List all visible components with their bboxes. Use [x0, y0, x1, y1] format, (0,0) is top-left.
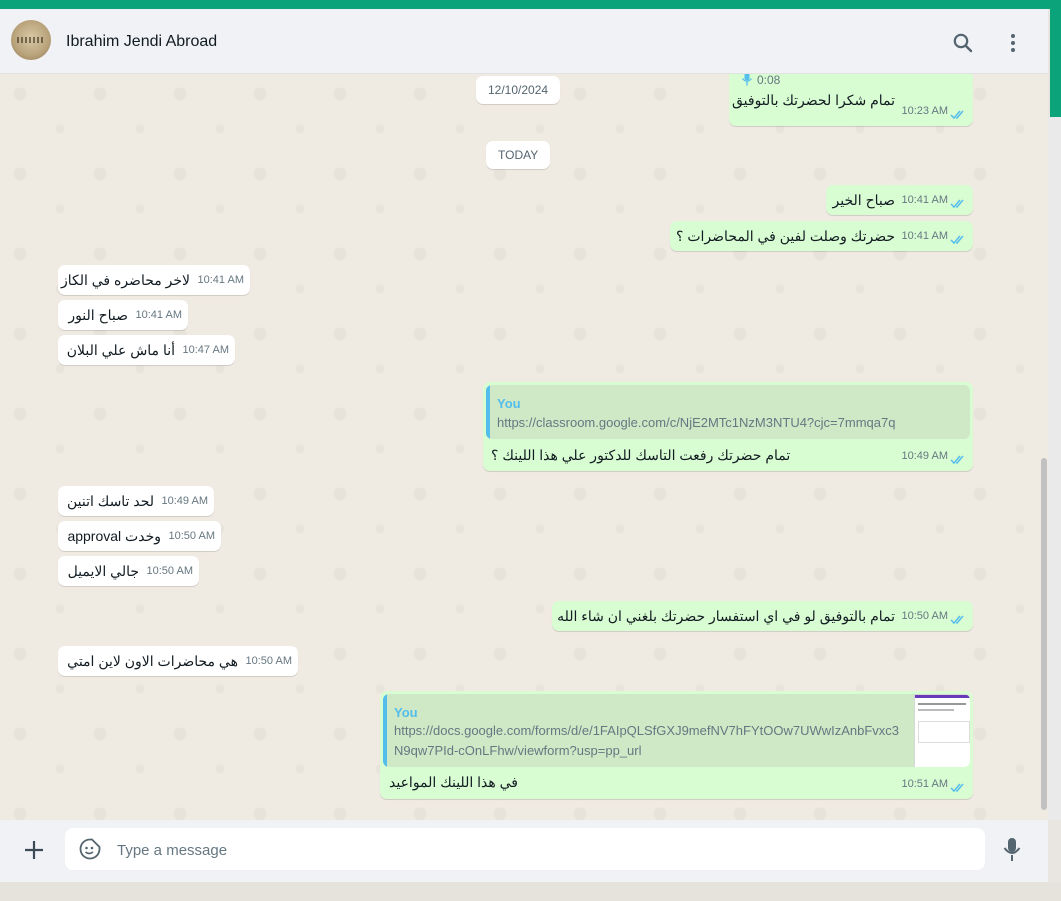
microphone-icon[interactable]	[1002, 837, 1022, 863]
chat-header: Ibrahim Jendi Abroad	[0, 9, 1048, 74]
message-time: 10:41 AM	[901, 230, 948, 242]
menu-dots-icon[interactable]	[1001, 31, 1025, 55]
outgoing-message[interactable]: تمام بالتوفيق لو في اي استفسار حضرتك بلغ…	[552, 601, 973, 631]
quote-url: https://classroom.google.com/c/NjE2MTc1N…	[497, 415, 896, 430]
chat-messages-pane[interactable]: 0:08 تمام شكرا لحضرتك بالتوفيق 10:23 AM …	[0, 74, 1048, 820]
contact-name[interactable]: Ibrahim Jendi Abroad	[66, 33, 217, 51]
sticker-icon[interactable]	[79, 838, 101, 860]
incoming-message[interactable]: وخدت approval 10:50 AM	[58, 521, 221, 551]
message-text: صباح الخير	[832, 192, 895, 208]
message-text: وخدت approval	[67, 528, 161, 544]
thumbnail-text-line	[918, 703, 966, 705]
quote-url-continued: N9qw7PId-cOnLFhw/viewform?usp=pp_url	[394, 743, 642, 758]
outgoing-message[interactable]: حضرتك وصلت لفين في المحاضرات ؟ 10:41 AM	[670, 221, 973, 251]
quote-bar	[383, 694, 387, 767]
read-ticks-icon	[950, 783, 964, 793]
message-time: 10:49 AM	[161, 495, 208, 507]
voice-duration: 0:08	[757, 74, 781, 87]
message-time: 10:41 AM	[135, 309, 182, 321]
message-text: هي محاضرات الاون لاين امتي	[67, 653, 238, 669]
message-time: 10:51 AM	[901, 778, 948, 790]
thumbnail-header-line	[915, 695, 970, 698]
outgoing-link-message[interactable]: You https://classroom.google.com/c/NjE2M…	[483, 382, 973, 471]
message-time: 10:50 AM	[901, 610, 948, 622]
message-time: 10:47 AM	[182, 344, 229, 356]
message-text: تمام شكرا لحضرتك بالتوفيق	[731, 92, 895, 108]
incoming-message[interactable]: لحد تاسك اتنين 10:49 AM	[58, 486, 214, 516]
incoming-message[interactable]: صباح النور 10:41 AM	[58, 300, 188, 330]
microphone-icon	[741, 74, 753, 86]
read-ticks-icon	[950, 199, 964, 209]
read-ticks-icon	[950, 235, 964, 245]
outgoing-message[interactable]: صباح الخير 10:41 AM	[826, 185, 973, 215]
outgoing-link-message[interactable]: You https://docs.google.com/forms/d/e/1F…	[380, 691, 973, 799]
window-bottom-edge	[0, 882, 1061, 901]
search-icon[interactable]	[951, 31, 975, 55]
thumbnail-text-line	[918, 709, 954, 711]
quote-author: You	[394, 705, 418, 720]
message-input[interactable]	[115, 828, 969, 872]
quoted-link[interactable]: You https://docs.google.com/forms/d/e/1F…	[383, 694, 970, 767]
message-time: 10:50 AM	[146, 565, 193, 577]
message-text: أنا ماش علي البلان	[66, 342, 175, 358]
read-ticks-icon	[950, 110, 964, 120]
contact-avatar[interactable]	[11, 20, 51, 60]
message-text: لحد تاسك اتنين	[66, 493, 154, 509]
thumbnail-field	[918, 721, 970, 743]
quote-author: You	[497, 396, 521, 411]
message-time: 10:41 AM	[197, 274, 244, 286]
message-time: 10:49 AM	[901, 450, 948, 462]
incoming-message[interactable]: هي محاضرات الاون لاين امتي 10:50 AM	[58, 646, 298, 676]
message-text: صباح النور	[68, 307, 128, 323]
incoming-message[interactable]: أنا ماش علي البلان 10:47 AM	[58, 335, 235, 365]
link-thumbnail[interactable]	[914, 694, 970, 767]
message-time: 10:50 AM	[168, 530, 215, 542]
read-ticks-icon	[950, 455, 964, 465]
message-text: تمام حضرتك رفعت التاسك للدكتور علي هذا ا…	[491, 447, 791, 463]
message-text: جالي الايميل	[67, 563, 139, 579]
message-text: في هذا اللينك المواعيد	[389, 774, 518, 790]
message-input-box[interactable]	[65, 828, 985, 872]
message-time: 10:41 AM	[901, 194, 948, 206]
window-accent-edge	[1050, 9, 1061, 117]
top-accent-bar	[0, 0, 1061, 9]
date-separator: 12/10/2024	[476, 76, 561, 104]
incoming-message[interactable]: لاخر محاضره في الكاز 10:41 AM	[58, 265, 250, 295]
message-time: 10:23 AM	[901, 105, 948, 117]
quoted-link[interactable]: You https://classroom.google.com/c/NjE2M…	[486, 385, 970, 439]
read-ticks-icon	[950, 615, 964, 625]
message-text: تمام بالتوفيق لو في اي استفسار حضرتك بلغ…	[557, 608, 895, 624]
incoming-message[interactable]: جالي الايميل 10:50 AM	[58, 556, 199, 586]
quote-bar	[486, 385, 490, 439]
voice-message[interactable]: 0:08 تمام شكرا لحضرتك بالتوفيق 10:23 AM	[729, 74, 973, 126]
quote-url: https://docs.google.com/forms/d/e/1FAIpQ…	[394, 723, 900, 738]
attach-plus-icon[interactable]	[23, 839, 45, 861]
message-text: لاخر محاضره في الكاز	[60, 272, 190, 288]
window-right-edge	[1048, 117, 1061, 820]
message-time: 10:50 AM	[245, 655, 292, 667]
message-composer	[0, 820, 1048, 882]
message-text: حضرتك وصلت لفين في المحاضرات ؟	[676, 228, 895, 244]
chat-scrollbar[interactable]	[1041, 458, 1047, 810]
date-separator-today: TODAY	[486, 141, 551, 169]
